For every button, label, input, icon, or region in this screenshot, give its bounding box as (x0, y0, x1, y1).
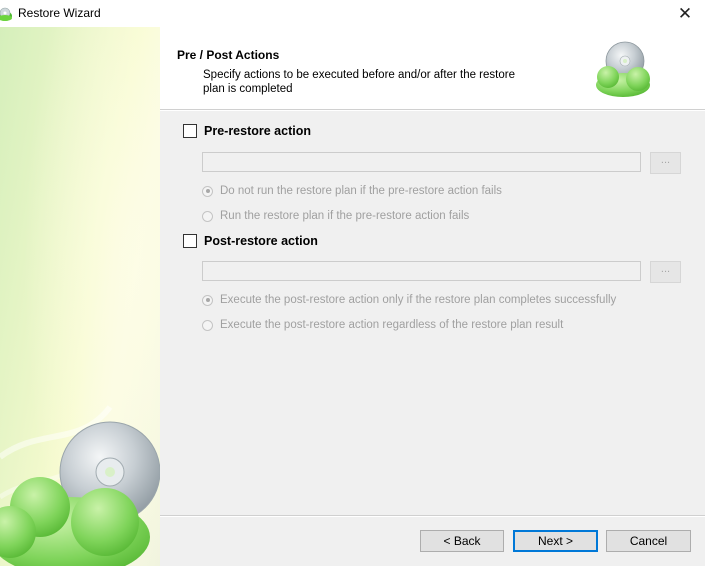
radio-unselected[interactable] (202, 319, 213, 331)
page-title: Pre / Post Actions (177, 48, 280, 62)
checkbox-box[interactable] (183, 124, 197, 138)
radio-label: Execute the post-restore action regardle… (220, 319, 564, 331)
next-button[interactable]: Next > (513, 530, 598, 552)
radio-unselected[interactable] (202, 210, 213, 222)
header-divider (160, 109, 705, 111)
cloud-disc-icon (596, 41, 650, 97)
page-description: Specify actions to be executed before an… (203, 69, 515, 95)
cloud-disc-banner-icon (0, 27, 160, 566)
pre-restore-browse-button[interactable]: ... (650, 152, 681, 174)
pre-restore-option-continue[interactable]: Run the restore plan if the pre-restore … (202, 210, 469, 222)
post-restore-command-input[interactable] (202, 261, 641, 281)
pre-restore-command-input[interactable] (202, 152, 641, 172)
post-restore-label: Post-restore action (204, 234, 318, 248)
wizard-side-banner (0, 27, 160, 566)
window-title: Restore Wizard (18, 6, 101, 20)
wizard-header: Pre / Post Actions Specify actions to be… (160, 27, 705, 109)
checkbox-box[interactable] (183, 234, 197, 248)
radio-selected[interactable] (202, 185, 213, 197)
post-restore-browse-button[interactable]: ... (650, 261, 681, 283)
title-bar: Restore Wizard ✕ (0, 0, 705, 27)
close-icon: ✕ (677, 4, 693, 23)
radio-label: Do not run the restore plan if the pre-r… (220, 185, 502, 197)
close-button[interactable]: ✕ (665, 0, 705, 27)
footer-divider (160, 515, 705, 517)
cancel-button[interactable]: Cancel (606, 530, 691, 552)
post-restore-option-on-success[interactable]: Execute the post-restore action only if … (202, 294, 616, 306)
radio-label: Execute the post-restore action only if … (220, 294, 617, 306)
post-restore-checkbox[interactable]: Post-restore action (183, 234, 318, 248)
radio-label: Run the restore plan if the pre-restore … (220, 210, 470, 222)
app-logo-icon (0, 7, 12, 21)
pre-restore-option-stop[interactable]: Do not run the restore plan if the pre-r… (202, 185, 502, 197)
back-button[interactable]: < Back (420, 530, 504, 552)
pre-restore-label: Pre-restore action (204, 124, 311, 138)
post-restore-option-always[interactable]: Execute the post-restore action regardle… (202, 319, 563, 331)
pre-restore-checkbox[interactable]: Pre-restore action (183, 124, 311, 138)
radio-selected[interactable] (202, 294, 213, 306)
